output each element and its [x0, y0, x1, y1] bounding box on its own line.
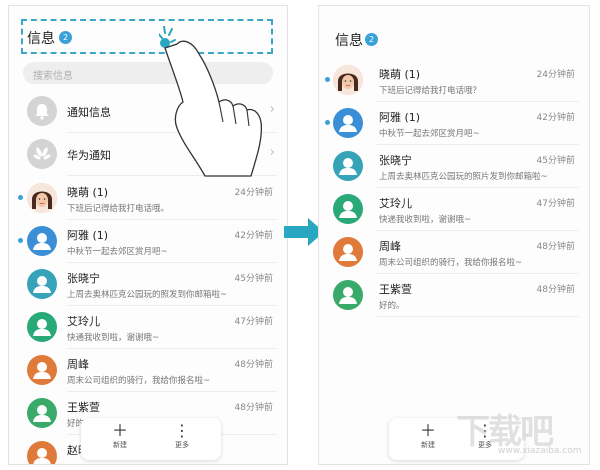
message-preview: 快递我收到啦，谢谢哦~ — [379, 215, 472, 225]
avatar — [333, 237, 363, 267]
conversation-row[interactable]: 周峰周末公司组织的骑行，我给你报名啦~ 48分钟前 — [319, 231, 589, 274]
more-button[interactable]: ⋮ 更多 — [157, 422, 207, 450]
message-preview: 上周去奥林匹克公园玩的照发到你邮箱啦~ — [67, 290, 228, 300]
unread-dot — [325, 77, 330, 82]
avatar — [27, 312, 57, 342]
avatar — [333, 151, 363, 181]
timestamp: 48分钟前 — [234, 360, 273, 370]
message-preview: 好的。 — [379, 301, 405, 311]
huawei-icon — [27, 139, 57, 169]
contact-name: 张晓宁 — [67, 272, 100, 285]
contact-name: 周峰 — [67, 358, 89, 371]
contact-name: 晓萌 (1) — [379, 68, 421, 81]
conversation-row[interactable]: 张晓宁上周去奥林匹克公园玩的照片发到你邮箱啦~ 45分钟前 — [319, 145, 589, 188]
chevron-right-icon: › — [269, 145, 275, 160]
message-preview: 下班后记得给我打电话哦。 — [67, 204, 170, 214]
bell-icon — [27, 96, 57, 126]
plus-icon: ＋ — [419, 421, 436, 440]
timestamp: 47分钟前 — [536, 199, 575, 209]
unread-badge: 2 — [365, 33, 378, 46]
contact-name: 王紫萱 — [67, 401, 100, 414]
watermark-url: www.xiazaiba.com — [498, 446, 582, 456]
timestamp: 45分钟前 — [234, 274, 273, 284]
conversation-row[interactable]: 周峰周末公司组织的骑行，我给你报名啦~ 48分钟前 — [9, 349, 287, 392]
page-title: 信息 — [335, 33, 363, 49]
message-preview: 周末公司组织的骑行，我给你报名啦~ — [379, 258, 523, 268]
avatar — [27, 398, 57, 428]
left-screenshot: 信息 2 搜索信息 通知信息 › 华为通知 › 晓萌 (1) 下班后记得给我打电话… — [8, 5, 288, 465]
contact-name: 晓萌 (1) — [67, 186, 109, 199]
conversation-row[interactable]: 阿雅 (1) 中秋节一起去郊区赏月吧~ 42分钟前 — [9, 220, 287, 263]
conversation-row[interactable]: 阿雅 (1) 中秋节一起去郊区赏月吧~ 42分钟前 — [319, 102, 589, 145]
timestamp: 42分钟前 — [536, 113, 575, 123]
more-vertical-icon: ⋮ — [174, 421, 190, 440]
avatar — [27, 269, 57, 299]
contact-name: 阿雅 (1) — [67, 229, 109, 242]
conversation-row[interactable]: 艾玲儿快递我收到啦，谢谢哦~ 47分钟前 — [319, 188, 589, 231]
search-placeholder: 搜索信息 — [33, 71, 73, 82]
message-preview: 中秋节一起去郊区赏月吧~ — [67, 247, 168, 257]
row-label: 华为通知 — [67, 149, 111, 162]
timestamp: 45分钟前 — [536, 156, 575, 166]
contact-name: 王紫萱 — [379, 283, 412, 296]
divider — [377, 316, 579, 317]
avatar — [333, 108, 363, 138]
avatar — [27, 355, 57, 385]
contact-name: 艾玲儿 — [67, 315, 100, 328]
avatar — [333, 280, 363, 310]
contact-name: 阿雅 (1) — [379, 111, 421, 124]
plus-icon: ＋ — [111, 421, 128, 440]
unread-dot — [325, 120, 330, 125]
conversation-row[interactable]: 张晓宁上周去奥林匹克公园玩的照发到你邮箱啦~ 45分钟前 — [9, 263, 287, 306]
message-preview: 下班后记得给我打电话哦？ — [379, 86, 482, 96]
timestamp: 47分钟前 — [234, 317, 273, 327]
contact-name: 艾玲儿 — [379, 197, 412, 210]
timestamp: 42分钟前 — [234, 231, 273, 241]
unread-dot — [18, 195, 23, 200]
conversation-row[interactable]: 艾玲儿快通我收到啦，谢谢哦~ 47分钟前 — [9, 306, 287, 349]
chevron-right-icon: › — [269, 102, 275, 117]
timestamp: 48分钟前 — [234, 403, 273, 413]
timestamp: 24分钟前 — [536, 70, 575, 80]
message-preview: 上周去奥林匹克公园玩的照片发到你邮箱啦~ — [379, 172, 548, 182]
timestamp: 48分钟前 — [536, 242, 575, 252]
message-preview: 周末公司组织的骑行，我给你报名啦~ — [67, 376, 211, 386]
avatar — [333, 65, 363, 95]
hand-gesture-icon — [159, 26, 263, 177]
conversation-row[interactable]: 王紫萱好的。 48分钟前 — [319, 274, 589, 317]
avatar — [333, 194, 363, 224]
header: 信息 2 — [319, 6, 589, 58]
contact-name: 周峰 — [379, 240, 401, 253]
avatar — [27, 441, 57, 464]
unread-dot — [18, 238, 23, 243]
conversation-row[interactable]: 晓萌 (1) 下班后记得给我打电话哦？ 24分钟前 — [319, 59, 589, 102]
contact-name: 张晓宁 — [379, 154, 412, 167]
row-label: 通知信息 — [67, 106, 111, 119]
message-preview: 快通我收到啦，谢谢哦~ — [67, 333, 160, 343]
new-message-button[interactable]: ＋ 新建 — [403, 422, 453, 450]
right-screenshot: 信息 2 晓萌 (1) 下班后记得给我打电话哦？ 24分钟前阿雅 (1) 中秋节一起去… — [318, 5, 590, 465]
bottom-toolbar: ＋ 新建 ⋮ 更多 — [81, 418, 221, 460]
avatar — [27, 183, 57, 213]
new-message-button[interactable]: ＋ 新建 — [95, 422, 145, 450]
timestamp: 48分钟前 — [536, 285, 575, 295]
message-preview: 中秋节一起去郊区赏月吧~ — [379, 129, 480, 139]
timestamp: 24分钟前 — [234, 188, 273, 198]
avatar — [27, 226, 57, 256]
